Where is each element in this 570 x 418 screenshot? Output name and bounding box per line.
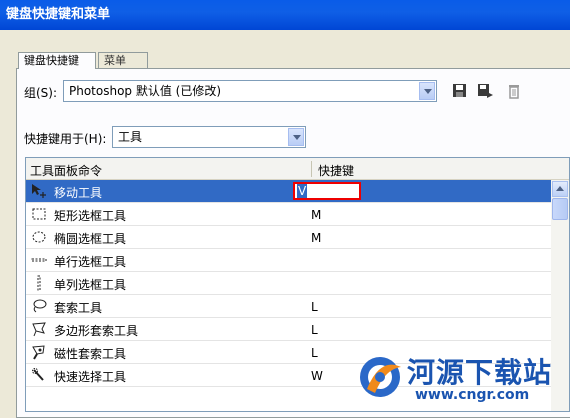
watermark-logo-icon	[360, 357, 401, 397]
move-tool-icon	[31, 183, 47, 199]
tab-menus[interactable]: 菜单	[98, 52, 148, 68]
scrollbar-thumb[interactable]	[552, 198, 568, 220]
command-name: 磁性套索工具	[54, 347, 127, 361]
shortcut-value: M	[311, 208, 322, 222]
command-name: 多边形套索工具	[54, 324, 139, 338]
table-row[interactable]: 移动工具 V	[26, 180, 551, 203]
set-label: 组(S):	[24, 86, 58, 100]
column-header-command[interactable]: 工具面板命令	[30, 162, 102, 179]
scroll-up-icon[interactable]	[552, 181, 568, 197]
shortcuts-for-value: 工具	[118, 130, 143, 144]
column-header-shortcut[interactable]: 快捷键	[318, 162, 354, 179]
watermark: 河源下载站 www.cngr.com	[355, 345, 570, 412]
command-name: 套索工具	[54, 301, 103, 315]
table-row[interactable]: 多边形套索工具 L	[26, 318, 551, 341]
set-value: Photoshop 默认值 (已修改)	[69, 84, 222, 98]
shortcut-value: L	[311, 300, 318, 314]
rect-marquee-icon	[31, 206, 47, 222]
shortcuts-for-label: 快捷键用于(H):	[24, 132, 107, 146]
chevron-down-icon[interactable]	[419, 82, 435, 100]
set-dropdown[interactable]: Photoshop 默认值 (已修改)	[63, 80, 437, 102]
delete-icon[interactable]	[505, 82, 523, 100]
table-row[interactable]: 椭圆选框工具 M	[26, 226, 551, 249]
shortcut-value: M	[311, 231, 322, 245]
column-divider[interactable]	[311, 161, 312, 177]
shortcuts-for-dropdown[interactable]: 工具	[112, 126, 306, 148]
save-as-icon[interactable]	[476, 82, 494, 100]
table-row[interactable]: 单行选框工具	[26, 249, 551, 272]
command-name: 快速选择工具	[54, 370, 127, 384]
chevron-down-icon[interactable]	[288, 128, 304, 146]
command-name: 矩形选框工具	[54, 209, 127, 223]
shortcut-value: L	[311, 346, 318, 360]
tab-keyboard-shortcuts[interactable]: 键盘快捷键	[18, 52, 96, 69]
polygon-lasso-icon	[31, 321, 47, 337]
lasso-icon	[31, 298, 47, 314]
command-name: 移动工具	[54, 186, 103, 200]
command-name: 单列选框工具	[54, 278, 127, 292]
shortcut-value: L	[311, 323, 318, 337]
table-header: 工具面板命令 快捷键	[26, 158, 569, 180]
window-title: 键盘快捷键和菜单	[6, 7, 111, 22]
table-row[interactable]: 单列选框工具	[26, 272, 551, 295]
save-icon[interactable]	[451, 82, 469, 100]
command-name: 椭圆选框工具	[54, 232, 127, 246]
shortcut-value: V	[297, 184, 308, 198]
window-titlebar: 键盘快捷键和菜单	[0, 0, 570, 30]
quick-selection-icon	[31, 367, 47, 383]
shortcut-edit-field[interactable]: V	[293, 182, 361, 200]
single-column-marquee-icon	[31, 275, 47, 291]
watermark-text: 河源下载站	[407, 356, 553, 389]
table-row[interactable]: 矩形选框工具 M	[26, 203, 551, 226]
magnetic-lasso-icon	[31, 344, 47, 360]
ellipse-marquee-icon	[31, 229, 47, 245]
shortcut-value: W	[311, 369, 323, 383]
watermark-url: www.cngr.com	[415, 387, 530, 403]
command-name: 单行选框工具	[54, 255, 127, 269]
single-row-marquee-icon	[31, 252, 47, 268]
table-row[interactable]: 套索工具 L	[26, 295, 551, 318]
